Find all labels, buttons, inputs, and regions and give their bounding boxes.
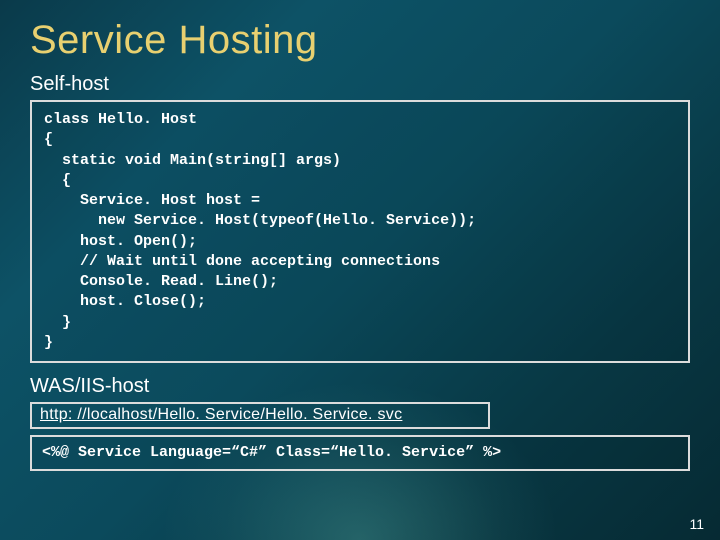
page-title: Service Hosting bbox=[30, 18, 690, 63]
washost-directive: <%@ Service Language=“C#” Class=“Hello. … bbox=[42, 443, 678, 463]
selfhost-code-box: class Hello. Host { static void Main(str… bbox=[30, 100, 690, 363]
selfhost-code: class Hello. Host { static void Main(str… bbox=[44, 110, 676, 353]
page-number: 11 bbox=[689, 516, 704, 532]
washost-directive-box: <%@ Service Language=“C#” Class=“Hello. … bbox=[30, 435, 690, 471]
section-label-washost: WAS/IIS-host bbox=[30, 375, 690, 398]
washost-url-box: http: //localhost/Hello. Service/Hello. … bbox=[30, 402, 490, 429]
washost-url: http: //localhost/Hello. Service/Hello. … bbox=[40, 406, 402, 423]
section-label-selfhost: Self-host bbox=[30, 73, 690, 96]
slide-container: Service Hosting Self-host class Hello. H… bbox=[0, 0, 720, 540]
